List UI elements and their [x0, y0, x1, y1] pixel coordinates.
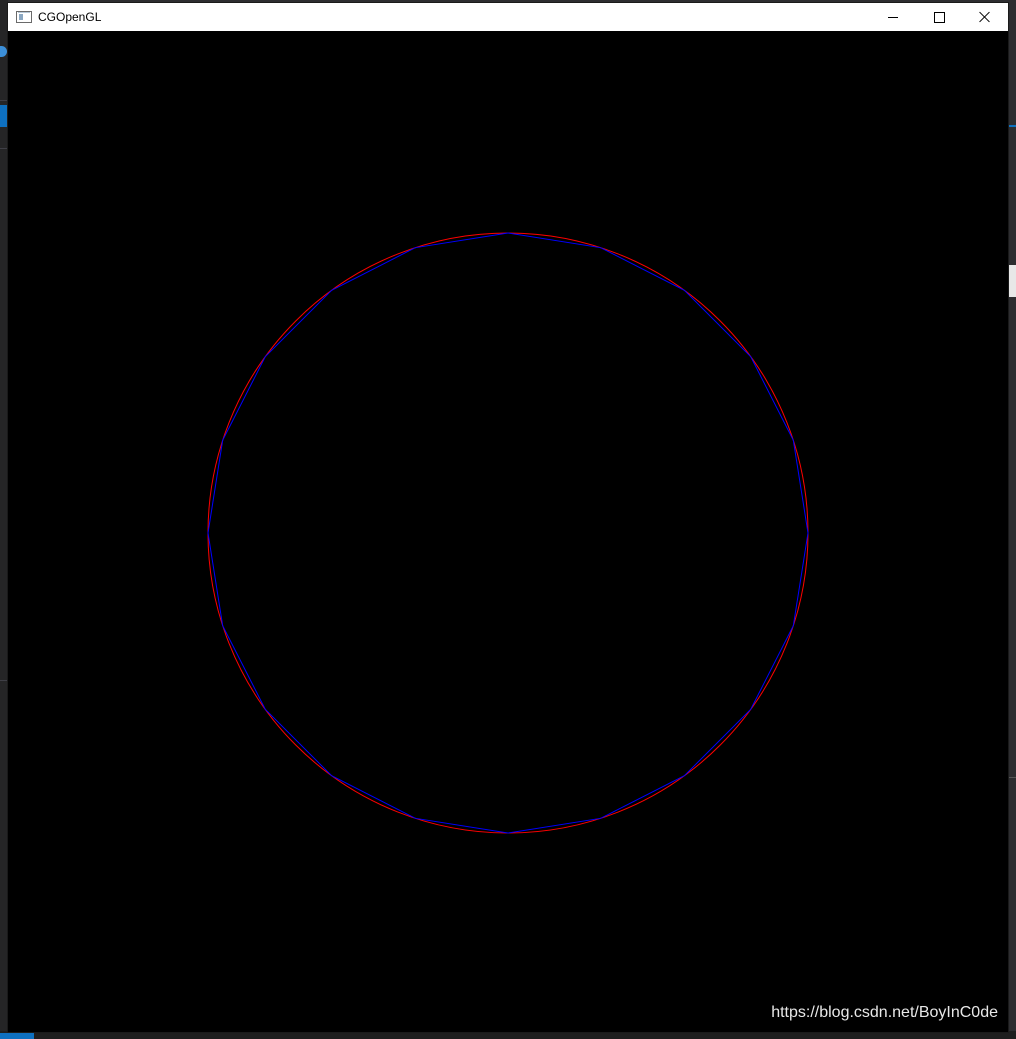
- close-button[interactable]: [962, 3, 1008, 31]
- maximize-icon: [933, 11, 945, 23]
- minimize-button[interactable]: [870, 3, 916, 31]
- watermark-text: https://blog.csdn.net/BoyInC0de: [771, 1004, 998, 1021]
- app-window-icon[interactable]: [16, 11, 32, 23]
- background-ide-icon: [0, 46, 7, 57]
- background-ide-right-edge: [1008, 0, 1016, 1039]
- rasterized-circle: [207, 232, 809, 834]
- minimize-icon: [888, 16, 898, 18]
- background-taskbar-edge: [0, 1031, 1016, 1039]
- background-ide-tab: [0, 105, 8, 127]
- render-surface: [207, 232, 809, 834]
- title-bar[interactable]: CGOpenGL: [8, 3, 1008, 31]
- window-controls: [870, 3, 1008, 31]
- app-window: CGOpenGL https://blog.csdn.net/BoyInC0de: [8, 3, 1008, 1032]
- window-title: CGOpenGL: [38, 10, 102, 24]
- background-ide-left-edge: [0, 0, 8, 1039]
- polygon-approximation: [207, 232, 809, 834]
- close-icon: [979, 11, 991, 23]
- opengl-canvas[interactable]: https://blog.csdn.net/BoyInC0de: [8, 31, 1008, 1032]
- maximize-button[interactable]: [916, 3, 962, 31]
